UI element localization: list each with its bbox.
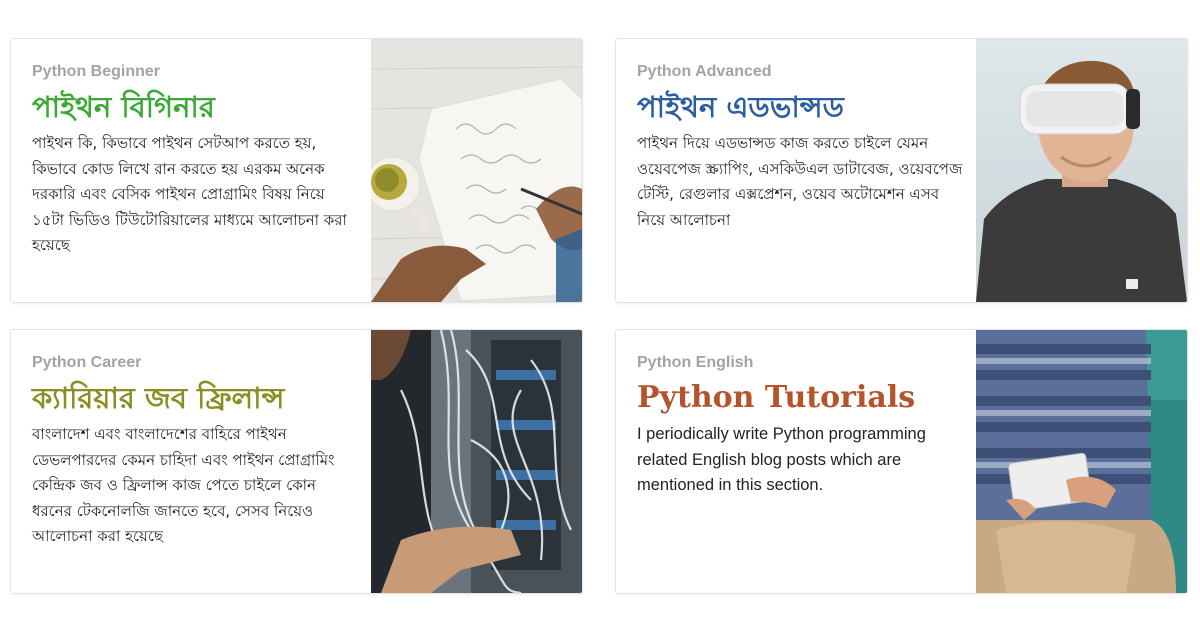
card-description: I periodically write Python programming … [637, 425, 926, 494]
card-title[interactable]: পাইথন বিগিনার [32, 89, 359, 125]
card-description: বাংলাদেশ এবং বাংলাদেশের বাহিরে পাইথন ডেভ… [32, 425, 335, 545]
notebook-writing-photo [371, 39, 582, 302]
card-description: পাইথন দিয়ে এডভান্সড কাজ করতে চাইলে যেমন… [637, 134, 963, 229]
card-eyebrow: Python Career [32, 354, 142, 371]
tablet-reader-photo [976, 330, 1187, 593]
card-text: Python Beginner পাইথন বিগিনার পাইথন কি, … [11, 39, 371, 302]
card-python-advanced[interactable]: Python Advanced পাইথন এডভান্সড পাইথন দিয… [615, 38, 1188, 303]
card-eyebrow: Python Beginner [32, 63, 161, 80]
card-text: Python Advanced পাইথন এডভান্সড পাইথন দিয… [616, 39, 976, 302]
server-cables-photo [371, 330, 582, 593]
card-python-career[interactable]: Python Career ক্যারিয়ার জব ফ্রিলান্স বা… [10, 329, 583, 594]
vr-headset-photo [976, 39, 1187, 302]
card-description: পাইথন কি, কিভাবে পাইথন সেটআপ করতে হয়, ক… [32, 134, 347, 254]
card-text: Python English Python Tutorials I period… [616, 330, 976, 593]
card-python-beginner[interactable]: Python Beginner পাইথন বিগিনার পাইথন কি, … [10, 38, 583, 303]
card-eyebrow: Python Advanced [637, 63, 772, 80]
card-title[interactable]: ক্যারিয়ার জব ফ্রিলান্স [32, 380, 359, 416]
card-title[interactable]: Python Tutorials [637, 380, 964, 416]
card-python-english[interactable]: Python English Python Tutorials I period… [615, 329, 1188, 594]
card-text: Python Career ক্যারিয়ার জব ফ্রিলান্স বা… [11, 330, 371, 593]
card-eyebrow: Python English [637, 354, 754, 371]
card-title[interactable]: পাইথন এডভান্সড [637, 89, 964, 125]
